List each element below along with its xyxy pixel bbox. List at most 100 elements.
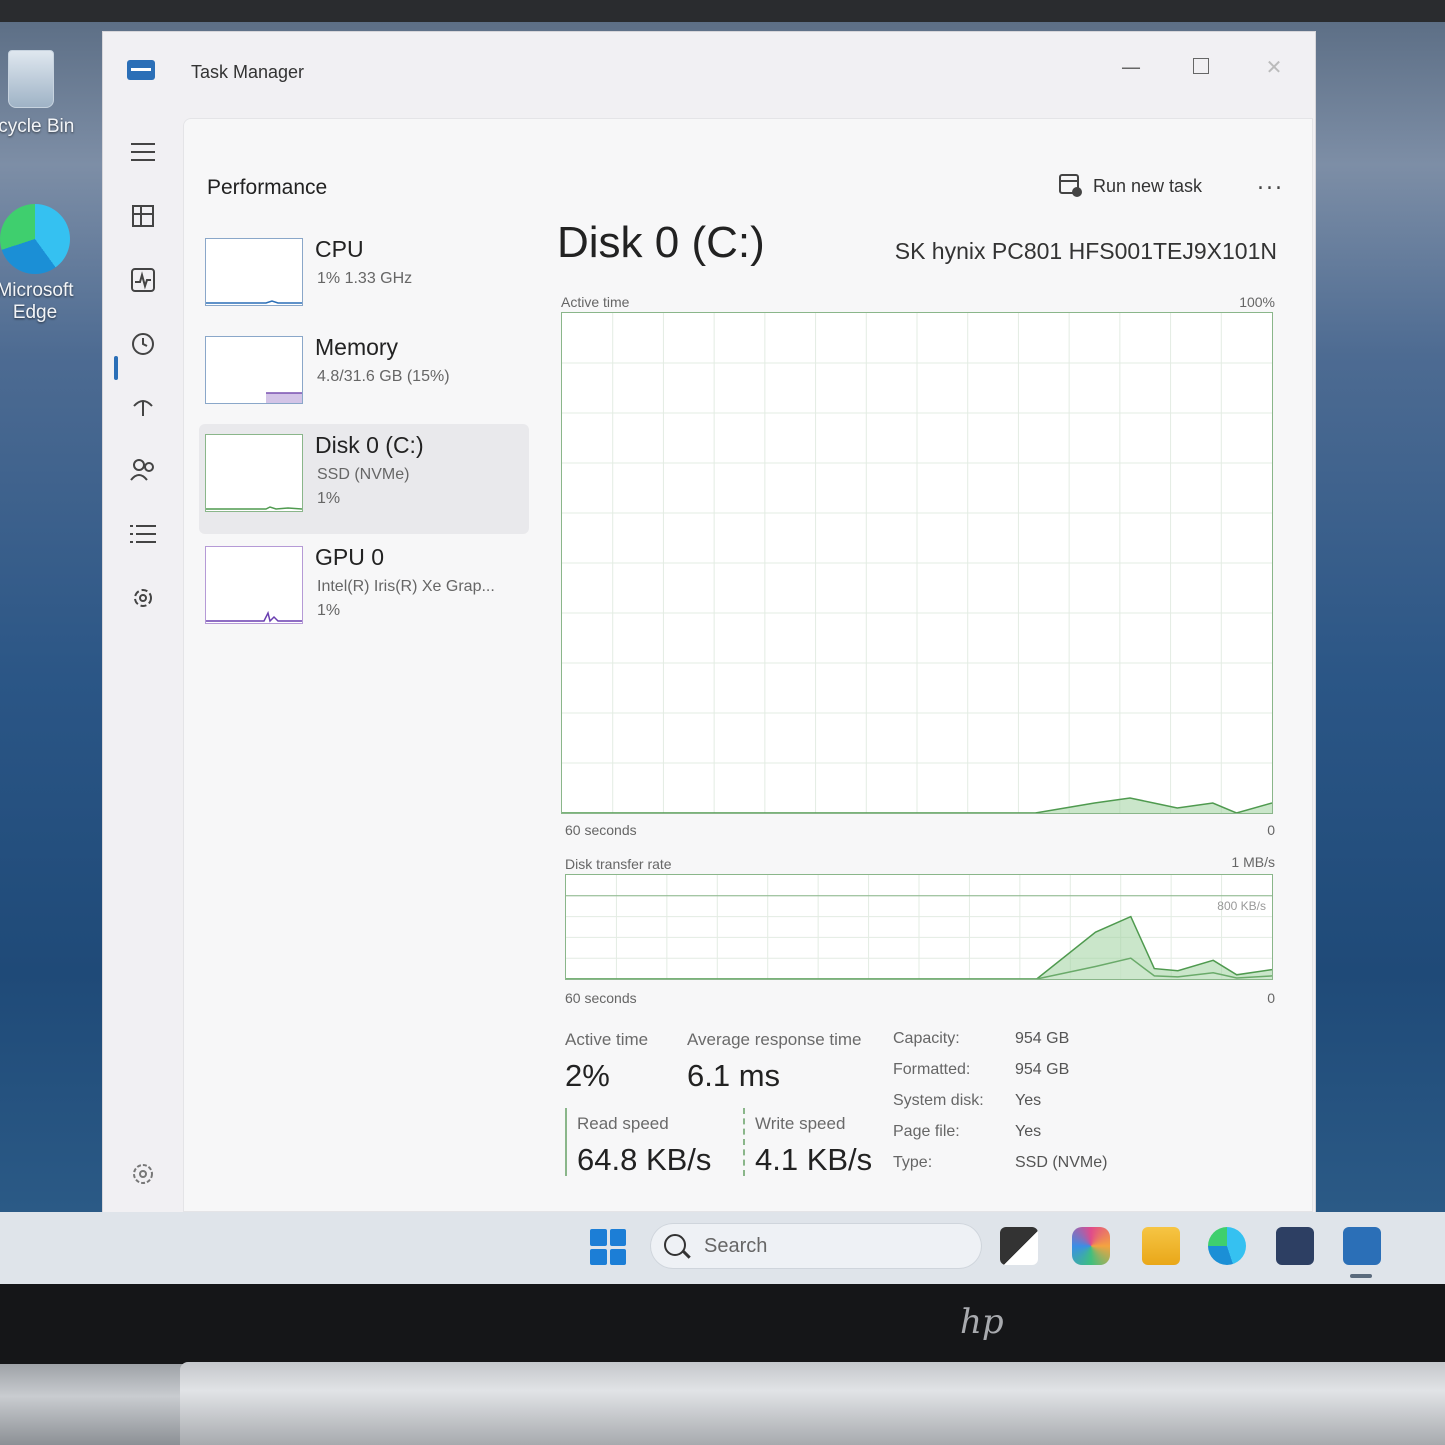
device-usage: 1% (317, 490, 341, 507)
nav-startup-apps[interactable] (125, 388, 161, 424)
start-button[interactable] (590, 1229, 626, 1265)
taskbar-search[interactable]: Search (650, 1223, 982, 1269)
disk-title: Disk 0 (C:) (557, 218, 765, 267)
window-title: Task Manager (191, 62, 305, 82)
taskbar: Search (0, 1212, 1445, 1284)
task-manager-icon (127, 60, 155, 80)
spec-key: Formatted: (893, 1061, 971, 1078)
laptop-base-edge (180, 1362, 1445, 1445)
spec-key: Type: (893, 1154, 933, 1171)
transfer-rate-chart (566, 875, 1272, 979)
settings-icon (133, 1164, 153, 1184)
nav-users[interactable] (125, 452, 161, 488)
read-speed-divider (565, 1108, 567, 1176)
device-list: CPU 1% 1.33 GHz Memory 4.8/31.6 GB (15%)… (199, 228, 529, 648)
desktop-icon-edge[interactable]: Microsoft Edge (0, 204, 90, 324)
laptop-bezel (0, 1284, 1445, 1364)
spec-value: SSD (NVMe) (1015, 1154, 1108, 1171)
device-name: Memory (315, 334, 399, 360)
title-bar[interactable]: Task Manager — ✕ (103, 32, 1315, 116)
close-button[interactable]: ✕ (1251, 50, 1297, 84)
device-name: Disk 0 (C:) (315, 432, 424, 458)
nav-performance[interactable] (125, 262, 161, 298)
run-new-task-button[interactable]: Run new task (1059, 170, 1202, 202)
device-name: GPU 0 (315, 544, 385, 570)
page-title: Performance (207, 176, 328, 199)
read-speed-value: 64.8 KB/s (577, 1142, 712, 1177)
users-icon (130, 459, 154, 481)
transfer-rate-graph: 800 KB/s (565, 874, 1273, 980)
write-speed-divider (743, 1108, 747, 1176)
active-time-value: 2% (565, 1058, 610, 1093)
active-app-indicator (1350, 1274, 1372, 1278)
device-name: CPU (315, 236, 364, 262)
avg-response-value: 6.1 ms (687, 1058, 781, 1093)
more-options-button[interactable]: ... (1257, 170, 1284, 195)
desktop-icon-label: Microsoft Edge (0, 280, 74, 323)
hamburger-menu-icon (131, 143, 155, 161)
device-model: Intel(R) Iris(R) Xe Grap... (317, 578, 495, 595)
run-new-task-label: Run new task (1093, 175, 1203, 196)
device-thumbnail-disk (205, 434, 303, 512)
nav-app-history[interactable] (125, 326, 161, 362)
recycle-bin-icon (8, 50, 54, 108)
device-item-disk-0[interactable]: Disk 0 (C:) SSD (NVMe) 1% (199, 424, 529, 534)
active-indicator (114, 356, 118, 380)
task-manager-window: Task Manager — ✕ Performance Run new tas… (103, 32, 1315, 1212)
app-history-icon (132, 333, 154, 355)
desktop-icon-recycle-bin[interactable]: ecycle Bin (0, 50, 86, 138)
maximize-button[interactable] (1178, 50, 1224, 84)
avg-response-label: Average response time (687, 1030, 862, 1049)
hamburger-menu-button[interactable] (125, 134, 161, 170)
active-time-graph-right: 0 (1267, 822, 1275, 838)
run-task-icon (1059, 174, 1082, 197)
spec-value: Yes (1015, 1123, 1042, 1140)
task-manager-icon[interactable] (1343, 1227, 1381, 1265)
minimize-button[interactable]: — (1108, 50, 1154, 84)
disk-model: SK hynix PC801 HFS001TEJ9X101N (894, 238, 1277, 264)
transfer-graph-max: 1 MB/s (1231, 854, 1275, 870)
spec-value: 954 GB (1015, 1061, 1070, 1078)
windows-logo-tile (609, 1248, 626, 1265)
device-thumbnail-cpu (205, 238, 303, 306)
device-item-cpu[interactable]: CPU 1% 1.33 GHz (199, 228, 529, 324)
write-speed-label: Write speed (755, 1114, 846, 1133)
device-item-gpu-0[interactable]: GPU 0 Intel(R) Iris(R) Xe Grap... 1% (199, 536, 529, 646)
search-icon (664, 1234, 686, 1256)
windows-logo-tile (590, 1248, 607, 1265)
services-icon (134, 589, 152, 607)
read-speed-label: Read speed (577, 1114, 669, 1133)
edge-icon[interactable] (1208, 1227, 1246, 1265)
windows-logo-tile (590, 1229, 607, 1246)
spec-key: Page file: (893, 1123, 960, 1140)
windows-logo-tile (609, 1229, 626, 1246)
hp-logo: hp (960, 1302, 1004, 1342)
folder-icon[interactable] (1142, 1227, 1180, 1265)
nav-rail (103, 116, 183, 1212)
disk-detail: Disk 0 (C:) SK hynix PC801 HFS001TEJ9X10… (557, 218, 1287, 1208)
nav-services[interactable] (125, 580, 161, 616)
performance-icon (131, 268, 155, 292)
active-time-graph-max: 100% (1239, 294, 1275, 310)
store-icon[interactable] (1276, 1227, 1314, 1265)
spec-value: Yes (1015, 1092, 1042, 1109)
spec-key: System disk: (893, 1092, 984, 1109)
transfer-graph-right: 0 (1267, 990, 1275, 1006)
nav-settings[interactable] (125, 1156, 161, 1192)
device-item-memory[interactable]: Memory 4.8/31.6 GB (15%) (199, 326, 529, 422)
device-usage: 4.8/31.6 GB (15%) (317, 368, 450, 385)
copilot-icon[interactable] (1072, 1227, 1110, 1265)
processes-icon (132, 205, 154, 227)
file-explorer-icon[interactable] (1000, 1227, 1038, 1265)
device-usage: 1% (317, 602, 341, 619)
spec-key: Capacity: (893, 1030, 960, 1047)
active-time-graph (561, 312, 1273, 814)
active-time-graph-left: 60 seconds (565, 822, 637, 838)
active-time-label: Active time (565, 1030, 649, 1049)
nav-processes[interactable] (125, 198, 161, 234)
device-thumbnail-gpu (205, 546, 303, 624)
startup-apps-icon (133, 400, 153, 416)
desktop-icon-label: ecycle Bin (0, 116, 75, 137)
nav-details[interactable] (125, 516, 161, 552)
transfer-graph-label: Disk transfer rate (565, 856, 672, 872)
